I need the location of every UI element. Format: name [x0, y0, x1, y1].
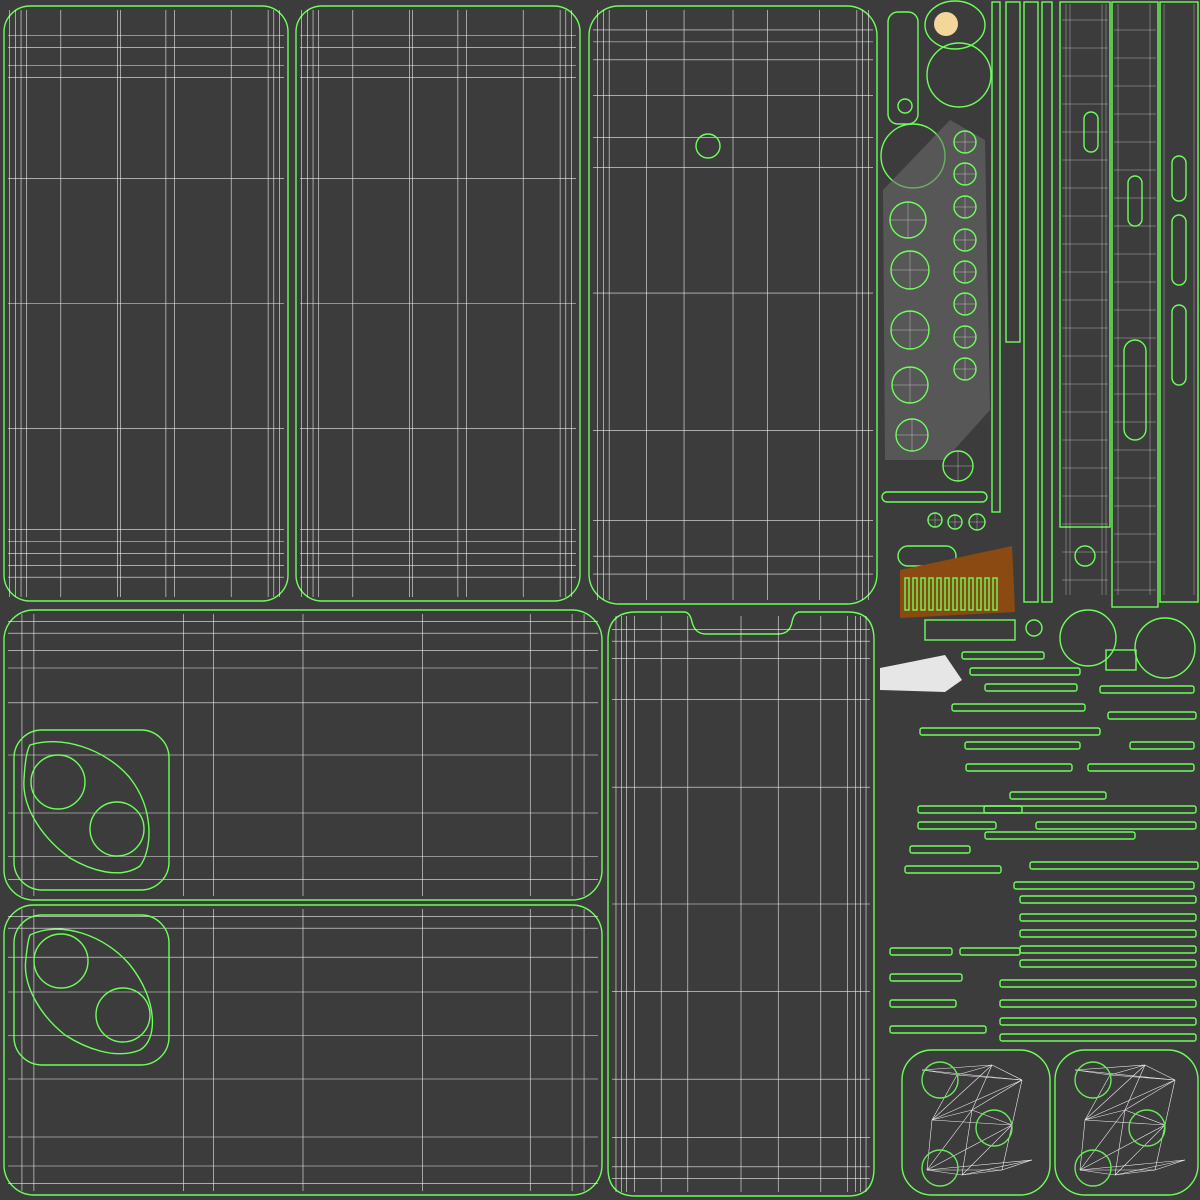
- uv-map-canvas: [0, 0, 1200, 1200]
